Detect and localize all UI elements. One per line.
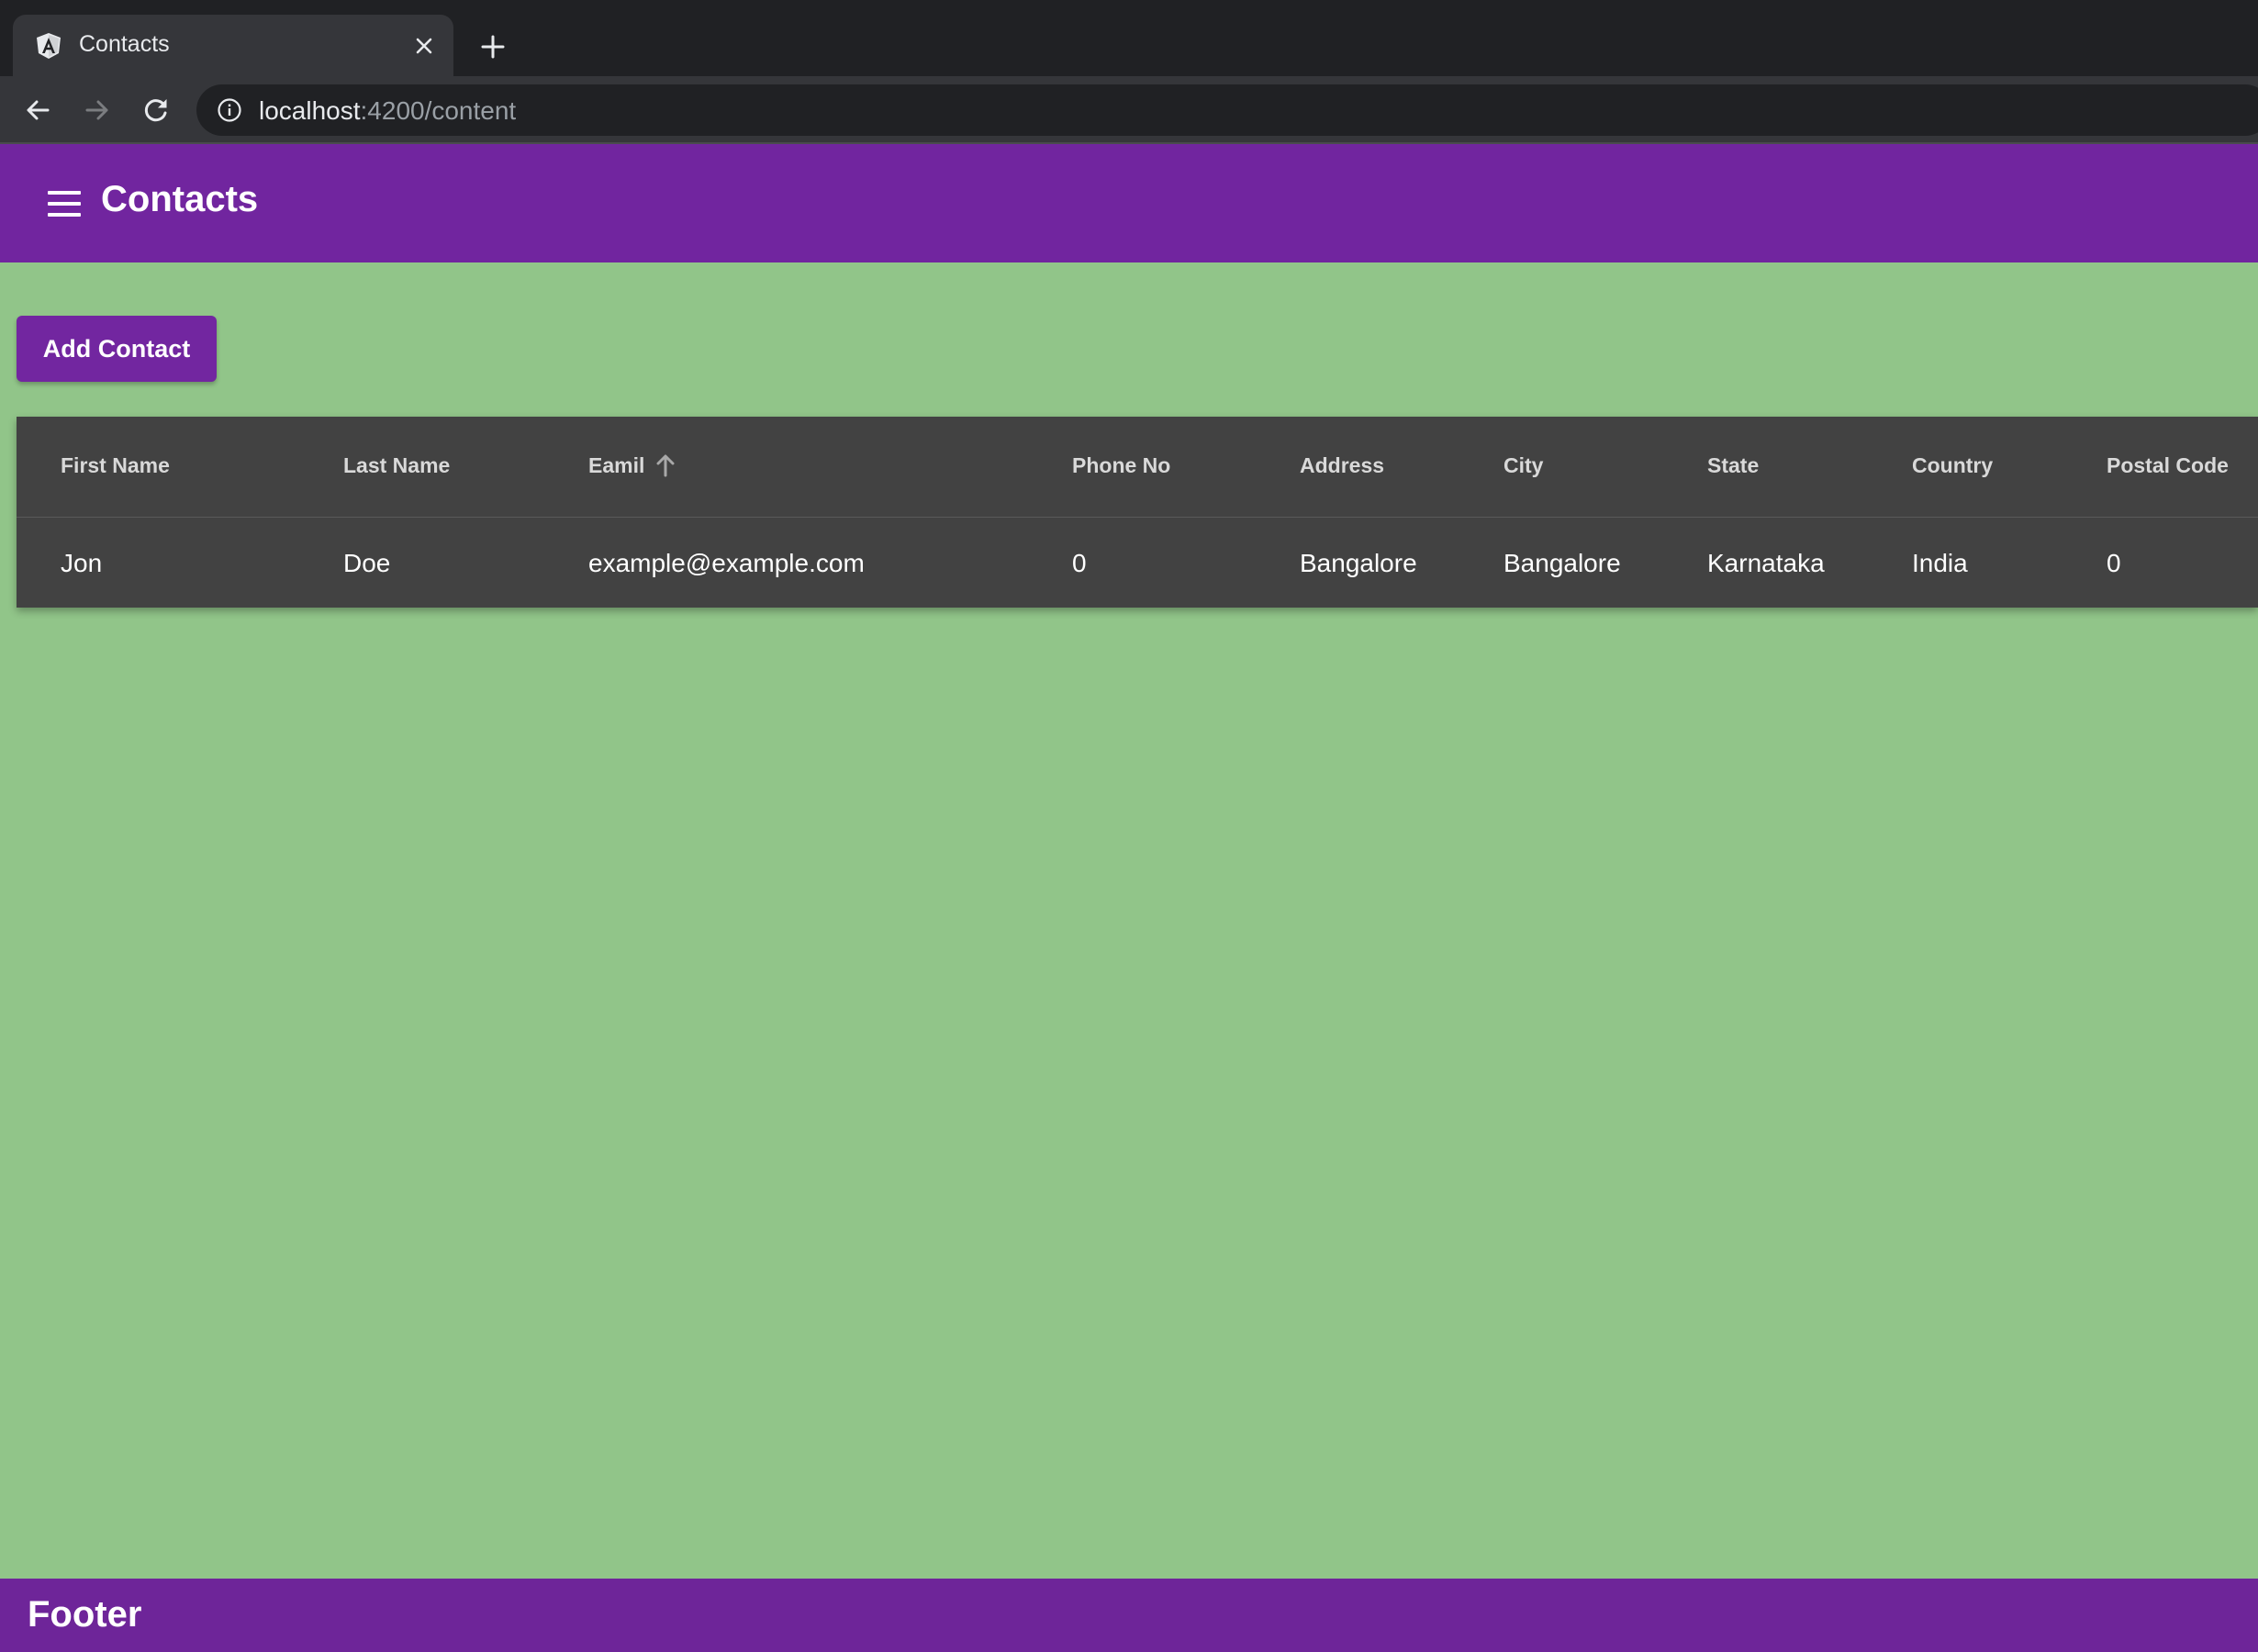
- table-row[interactable]: Jon Doe example@example.com 0 Bangalore …: [17, 519, 2258, 608]
- reload-icon[interactable]: [139, 93, 173, 128]
- contacts-table: First Name Last Name Eamil Phone No Addr…: [17, 417, 2258, 608]
- column-header-city[interactable]: City: [1503, 453, 1543, 478]
- browser-tabstrip: Contacts: [0, 0, 2258, 76]
- site-info-icon[interactable]: [217, 97, 242, 123]
- column-header-last-name[interactable]: Last Name: [343, 453, 450, 478]
- column-header-country[interactable]: Country: [1912, 453, 1993, 478]
- browser-toolbar: localhost:4200/content: [0, 76, 2258, 144]
- column-header-email[interactable]: Eamil: [588, 453, 676, 479]
- column-header-first-name[interactable]: First Name: [61, 453, 170, 478]
- cell-first-name: Jon: [61, 549, 103, 577]
- new-tab-plus-icon[interactable]: [474, 28, 512, 66]
- url-text: localhost:4200/content: [259, 96, 516, 126]
- column-header-phone[interactable]: Phone No: [1072, 453, 1170, 478]
- cell-state: Karnataka: [1707, 549, 1825, 577]
- column-header-postal-code[interactable]: Postal Code: [2107, 453, 2229, 478]
- app-header: Contacts: [0, 144, 2258, 262]
- angular-logo-icon: [37, 33, 61, 59]
- cell-address: Bangalore: [1300, 549, 1417, 577]
- cell-phone: 0: [1072, 549, 1087, 577]
- column-header-state[interactable]: State: [1707, 453, 1759, 478]
- column-header-address[interactable]: Address: [1300, 453, 1384, 478]
- cell-email: example@example.com: [588, 549, 865, 577]
- cell-city: Bangalore: [1503, 549, 1621, 577]
- forward-arrow-icon[interactable]: [80, 93, 115, 128]
- tab-close-icon[interactable]: [411, 33, 437, 59]
- url-host: localhost: [259, 96, 361, 125]
- browser-tab[interactable]: Contacts: [13, 15, 453, 76]
- footer-text: Footer: [28, 1594, 142, 1635]
- page-title: Contacts: [101, 179, 259, 219]
- address-bar[interactable]: localhost:4200/content: [196, 84, 2258, 136]
- sort-ascending-arrow-icon: [656, 454, 675, 477]
- cell-postal-code: 0: [2107, 549, 2121, 577]
- table-header-row: First Name Last Name Eamil Phone No Addr…: [17, 417, 2258, 518]
- add-contact-button[interactable]: Add Contact: [17, 316, 217, 382]
- back-arrow-icon[interactable]: [20, 93, 55, 128]
- cell-last-name: Doe: [343, 549, 391, 577]
- column-header-email-label: Eamil: [588, 453, 645, 477]
- url-path: :4200/content: [360, 96, 517, 125]
- app-footer: Footer: [0, 1579, 2258, 1652]
- tab-title: Contacts: [79, 31, 170, 57]
- hamburger-menu-icon[interactable]: [42, 185, 86, 222]
- cell-country: India: [1912, 549, 1968, 577]
